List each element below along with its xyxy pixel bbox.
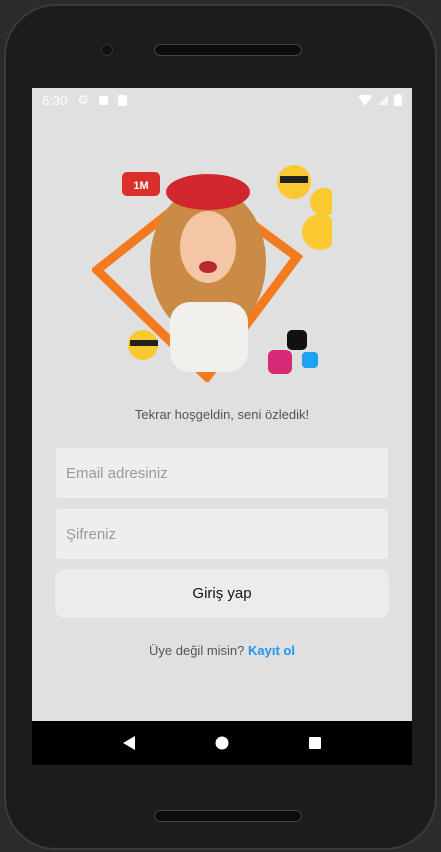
home-icon[interactable] bbox=[215, 736, 229, 750]
instagram-icon bbox=[268, 350, 292, 374]
battery-icon bbox=[394, 94, 402, 106]
likes-badge-text: 1M bbox=[133, 180, 148, 192]
welcome-text: Tekrar hoşgeldin, seni özledik! bbox=[134, 407, 310, 422]
login-button[interactable]: Giriş yap bbox=[55, 569, 389, 618]
twitter-icon bbox=[302, 352, 318, 368]
navigation-bar bbox=[32, 721, 412, 765]
status-time: 6:30 bbox=[42, 92, 68, 108]
smiling-emoji bbox=[302, 214, 332, 250]
status-bar: 6:30 ⚙ bbox=[32, 88, 412, 112]
password-input[interactable] bbox=[56, 509, 388, 559]
heart-eyes-emoji bbox=[310, 188, 332, 216]
sd-card-icon bbox=[117, 94, 127, 106]
welcome-illustration: 1M bbox=[92, 165, 332, 382]
email-input[interactable] bbox=[56, 448, 388, 498]
earpiece bbox=[154, 44, 302, 56]
notification-icon bbox=[98, 95, 108, 105]
signup-prompt-text: Üye değil misin? bbox=[149, 643, 245, 658]
front-camera bbox=[101, 44, 113, 56]
recents-icon[interactable] bbox=[308, 736, 322, 750]
signal-icon bbox=[378, 95, 388, 105]
woman-shirt bbox=[170, 302, 248, 372]
signup-prompt: Üye değil misin? Kayıt ol bbox=[32, 643, 412, 658]
tiktok-icon bbox=[287, 330, 307, 350]
bottom-speaker bbox=[154, 810, 302, 822]
back-icon[interactable] bbox=[122, 736, 136, 750]
app-screen: 6:30 ⚙ 1M Tekrar hoşgeldin, seni özledik… bbox=[32, 88, 412, 765]
wifi-icon bbox=[358, 94, 372, 106]
settings-icon: ⚙ bbox=[77, 92, 89, 107]
red-beret bbox=[166, 174, 250, 210]
signup-link[interactable]: Kayıt ol bbox=[248, 643, 295, 658]
